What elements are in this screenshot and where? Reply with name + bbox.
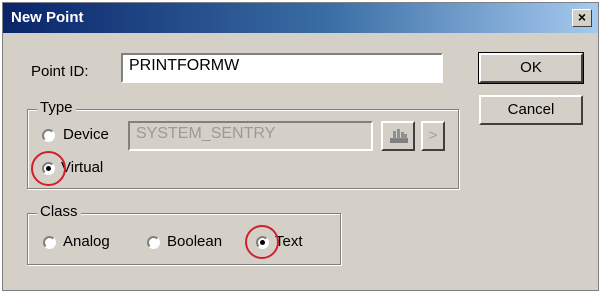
cancel-button[interactable]: Cancel [479,95,583,125]
text-highlight-circle [245,225,279,259]
point-id-input[interactable]: PRINTFORMW [121,53,443,83]
device-radio[interactable] [42,129,55,142]
boolean-radio-label[interactable]: Boolean [167,233,222,250]
virtual-radio-label[interactable]: Virtual [61,159,103,176]
device-browse-icon [389,127,409,149]
dialog-title: New Point [11,9,84,26]
new-point-dialog: New Point × Point ID: PRINTFORMW OK Canc… [2,2,599,291]
close-button[interactable]: × [572,9,592,27]
device-browse-button[interactable] [381,121,415,151]
device-input[interactable]: SYSTEM_SENTRY [128,121,373,151]
analog-radio-label[interactable]: Analog [63,233,110,250]
boolean-radio[interactable] [147,236,160,249]
title-bar[interactable]: New Point × [3,3,598,33]
class-group-caption: Class [37,203,81,220]
analog-radio[interactable] [43,236,56,249]
type-group-caption: Type [37,99,76,116]
point-id-label: Point ID: [31,63,89,80]
device-arrow-button[interactable]: > [421,121,445,151]
device-radio-label[interactable]: Device [63,126,109,143]
virtual-highlight-circle [31,151,66,186]
point-id-value: PRINTFORMW [129,57,240,74]
ok-button[interactable]: OK [478,52,584,84]
text-radio-label[interactable]: Text [275,233,303,250]
device-value: SYSTEM_SENTRY [136,125,276,142]
